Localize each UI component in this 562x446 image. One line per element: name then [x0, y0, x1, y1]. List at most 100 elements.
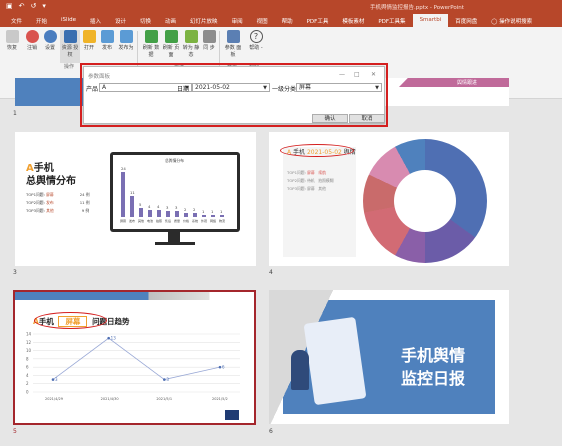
tab-transitions[interactable]: 切换	[133, 14, 158, 27]
monitor-stand	[168, 232, 180, 242]
publish-as-button[interactable]: 发布为	[116, 30, 136, 52]
customize-icon[interactable]: ▾	[42, 2, 46, 10]
line-chart-y-tick: 10	[26, 348, 32, 353]
tab-animations[interactable]: 动画	[158, 14, 183, 27]
refresh-page-button[interactable]: 刷新 页面	[161, 30, 181, 58]
sync-button[interactable]: 同 步	[199, 30, 219, 52]
bar-chart-bar	[121, 172, 125, 217]
open-button[interactable]: 打开	[79, 30, 99, 52]
line-chart-point	[218, 365, 222, 369]
tab-design[interactable]: 设计	[108, 14, 133, 27]
tab-slideshow[interactable]: 幻灯片放映	[183, 14, 225, 27]
title-bar: ▣ ↶ ↺ ▾ 手机舆情监控报告.pptx - PowerPoint	[0, 0, 562, 14]
static-icon	[184, 30, 198, 43]
tab-view[interactable]: 视图	[250, 14, 275, 27]
slide-thumbnail-6[interactable]: 手机舆情 监控日报	[269, 290, 509, 424]
bar-chart-category-label: 拍照	[156, 219, 163, 223]
resource-auth-button[interactable]: 资源 授权	[60, 30, 80, 63]
tab-help[interactable]: 帮助	[275, 14, 300, 27]
param-panel-icon	[226, 30, 240, 43]
line-chart-svg: 0 2 4 6 8 10 12 14 3 2021/4/29 13 2021/4/30 3 2021/5/…	[26, 332, 240, 401]
bar-chart-category-label: 其他	[138, 219, 145, 223]
bar-chart-bar	[193, 213, 197, 217]
monitor-screen: 总舆情分布 24 屏幕 11 发布 5 其他 4 电池 4 拍照 3 售后 3 质量 2 价格 2 系统 1 外观 1 网…	[113, 155, 237, 229]
undo-icon[interactable]: ↶	[19, 2, 25, 10]
line-chart-x-tick: 2021/5/2	[212, 397, 228, 401]
publish-button[interactable]: 发布	[97, 30, 117, 52]
line-chart-point	[163, 378, 166, 381]
tab-template[interactable]: 模板素材	[335, 14, 371, 27]
highlight-box	[80, 63, 388, 127]
param-panel-button[interactable]: 参数 面板	[223, 30, 243, 58]
bar-chart-bar	[220, 215, 224, 217]
slide-number: 4	[269, 269, 273, 276]
tab-search[interactable]: ◯ 操作说明搜索	[484, 14, 539, 27]
bar-chart-value-label: 2	[193, 207, 196, 213]
slide-number: 5	[13, 428, 17, 435]
help-button[interactable]: ? 帮助 -	[246, 30, 266, 52]
bar-chart-value-label: 1	[220, 209, 223, 215]
slide6-title-line2: 监控日报	[401, 369, 466, 388]
slide6-phone-illustration	[303, 316, 367, 406]
refresh-data-button[interactable]: 刷新 数据	[141, 30, 161, 58]
bar-chart-bar	[130, 196, 134, 217]
settings-button[interactable]: 设置	[40, 30, 60, 52]
tab-islide[interactable]: iSlide	[54, 14, 83, 27]
bar-chart-bar	[157, 209, 161, 217]
bar-chart-category-label: 电池	[147, 219, 154, 223]
to-static-button[interactable]: 转为 静态	[181, 30, 201, 58]
gear-icon	[43, 30, 57, 43]
line-chart-x-tick: 2021/5/1	[156, 397, 172, 401]
line-chart-y-tick: 14	[26, 332, 32, 337]
sync-icon	[202, 30, 216, 43]
bar-chart-value-label: 3	[166, 205, 169, 211]
bar-chart-category-label: 网络	[210, 219, 217, 223]
slide-number: 6	[269, 428, 273, 435]
publish-icon	[100, 30, 114, 43]
save-icon[interactable]: ▣	[6, 2, 13, 10]
bar-chart-bar	[148, 209, 152, 217]
ribbon-tabs: 文件 开始 iSlide 插入 设计 切换 动画 幻灯片放映 审阅 视图 帮助 …	[0, 14, 562, 27]
refresh-page-icon	[164, 30, 178, 43]
slide4-row: TOP3问题: 屏幕 其他	[287, 186, 326, 191]
highlight-oval	[280, 144, 354, 157]
slide4-panel	[283, 147, 356, 257]
tab-baidu[interactable]: 百度网盘	[448, 14, 484, 27]
slide-thumbnail-3[interactable]: A手机 总舆情分布 TOP1问题: 屏幕 24 例 TOP2问题: 发布 11 例 …	[15, 132, 256, 266]
bar-chart-value-label: 1	[211, 209, 214, 215]
bar-chart-bar	[139, 207, 143, 217]
slide4-row: TOP2问题: 待机 拍照模糊	[287, 178, 334, 183]
bar-chart-category-label: 物流	[219, 219, 226, 223]
ribbon-separator	[137, 31, 138, 66]
slide-number: 3	[13, 269, 17, 276]
restore-button[interactable]: 恢复	[2, 30, 22, 52]
slide6-person-illustration	[291, 350, 309, 390]
redo-icon[interactable]: ↺	[31, 2, 37, 10]
bar-chart-category-label: 发布	[129, 219, 136, 223]
line-chart-data-label: 3	[166, 377, 169, 382]
bar-chart-category-label: 售后	[165, 219, 172, 223]
line-chart-x-tick: 2021/4/30	[101, 397, 119, 401]
slide3-row: TOP1问题: 屏幕 24 例	[26, 192, 90, 197]
resource-icon	[63, 30, 77, 43]
bar-chart-value-label: 24	[121, 166, 126, 171]
tab-review[interactable]: 审阅	[225, 14, 250, 27]
lightbulb-icon: ◯	[491, 19, 500, 25]
logout-button[interactable]: 注销	[22, 30, 42, 52]
tab-file[interactable]: 文件	[4, 14, 29, 27]
bar-chart-bar	[184, 213, 188, 217]
folder-icon	[82, 30, 96, 43]
slide5-logo	[225, 410, 239, 420]
slide3-row: TOP2问题: 发布 11 例	[26, 200, 90, 205]
bar-chart-value-label: 2	[184, 207, 187, 213]
monitor-base	[155, 242, 195, 245]
line-chart-y-tick: 0	[26, 390, 29, 395]
tab-insert[interactable]: 插入	[83, 14, 108, 27]
slide-thumbnail-5[interactable]: A手机 屏幕 问题日趋势 0 2 4 6 8 10 12 14 3 2021/4/29 13 2021…	[13, 290, 256, 425]
tab-home[interactable]: 开始	[29, 14, 54, 27]
line-chart-y-tick: 4	[26, 373, 29, 378]
tab-pdf-tools[interactable]: PDF工具	[300, 14, 336, 27]
bar-chart-value-label: 3	[175, 205, 178, 211]
tab-pdf-toolset[interactable]: PDF工具集	[371, 14, 412, 27]
tab-smartbi[interactable]: Smartbi	[412, 14, 449, 27]
